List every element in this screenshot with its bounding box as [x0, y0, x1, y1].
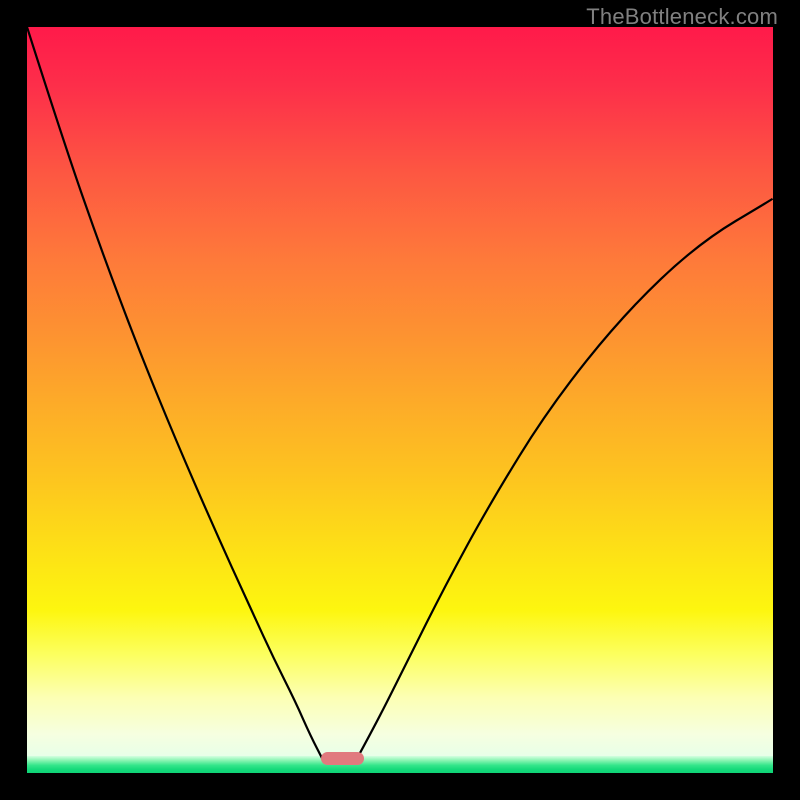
bottleneck-curve	[27, 27, 773, 773]
watermark-text: TheBottleneck.com	[586, 4, 778, 30]
curve-left-branch	[27, 27, 324, 762]
minimum-marker	[321, 752, 364, 765]
chart-frame: TheBottleneck.com	[0, 0, 800, 800]
curve-right-branch	[355, 199, 773, 762]
plot-area	[27, 27, 773, 773]
